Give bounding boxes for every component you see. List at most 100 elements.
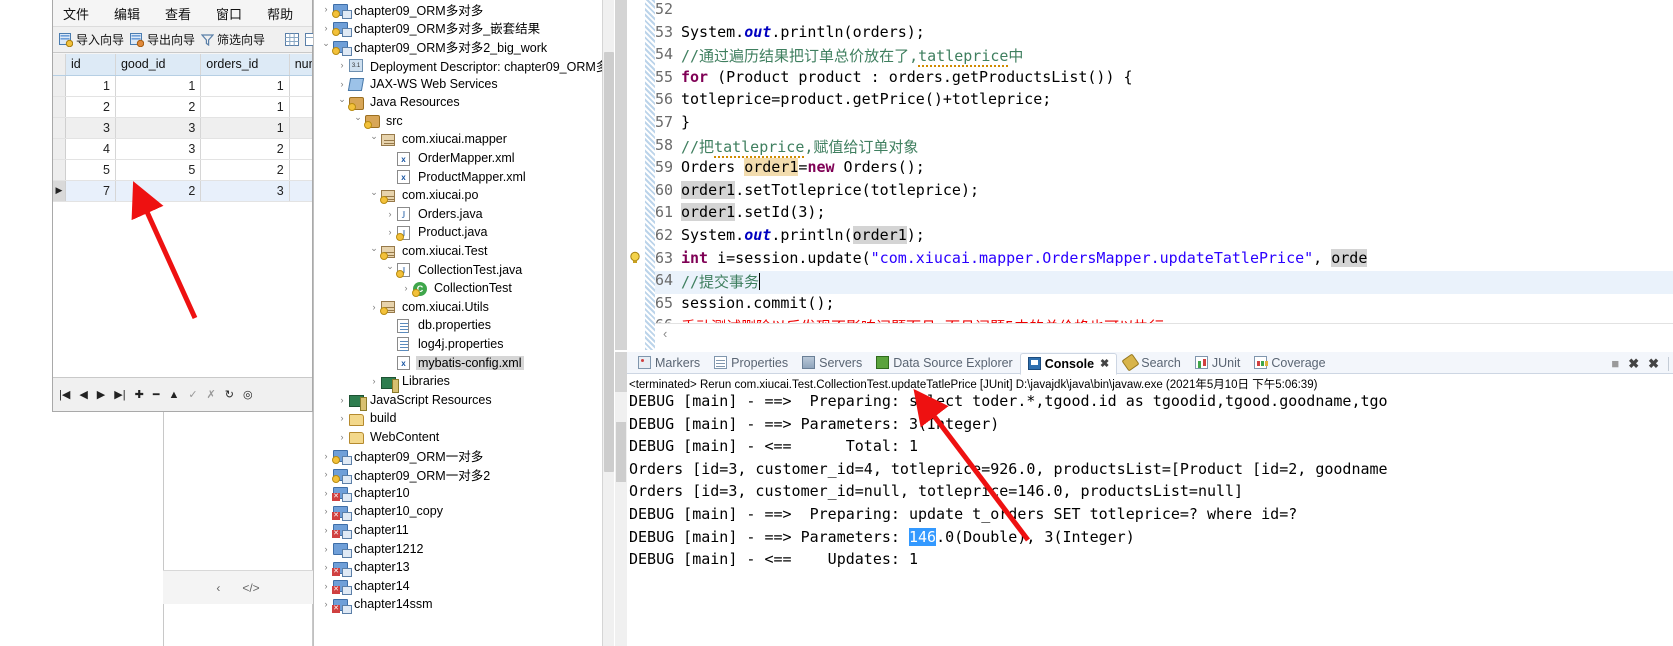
table-row[interactable]: 5 5 2 xyxy=(53,159,312,181)
tree-item-java-resources[interactable]: Java Resources xyxy=(314,93,615,112)
remove-all-launches-icon[interactable]: ✖ xyxy=(1648,356,1659,372)
menu-edit[interactable]: 编辑 xyxy=(114,4,140,23)
tree-item-chapter14ssm[interactable]: ✕ chapter14ssm xyxy=(314,595,615,614)
menu-view[interactable]: 查看 xyxy=(165,4,191,23)
chevron-down-icon[interactable] xyxy=(336,97,348,108)
prev-record-button[interactable]: ◀ xyxy=(79,388,87,401)
chevron-down-icon[interactable] xyxy=(352,115,364,126)
tree-item-chapter14[interactable]: ✕ chapter14 xyxy=(314,576,615,596)
chevron-down-icon[interactable] xyxy=(368,246,380,257)
cell-orders-id[interactable]: 2 xyxy=(200,159,290,181)
close-icon[interactable]: ✖ xyxy=(1100,357,1109,370)
stop-button[interactable]: ◎ xyxy=(243,388,253,401)
chevron-right-icon[interactable] xyxy=(368,376,380,386)
tree-item-productmapper-xml[interactable]: x ProductMapper.xml xyxy=(314,167,615,186)
tab-data-source-explorer[interactable]: Data Source Explorer xyxy=(869,352,1020,374)
terminate-icon[interactable]: ■ xyxy=(1611,356,1619,371)
cell-number[interactable] xyxy=(289,159,312,181)
chevron-right-icon[interactable] xyxy=(320,506,332,516)
tree-item-libraries[interactable]: Libraries xyxy=(314,372,615,393)
chevron-down-icon[interactable] xyxy=(384,264,396,275)
tree-item-com-xiucai-test[interactable]: com.xiucai.Test xyxy=(314,242,615,261)
tab-properties[interactable]: Properties xyxy=(707,352,795,374)
tree-item-log4j-properties[interactable]: log4j.properties xyxy=(314,335,615,354)
tab-servers[interactable]: Servers xyxy=(795,352,869,374)
add-record-button[interactable]: ✚ xyxy=(135,388,144,401)
tree-item-chapter10[interactable]: ✕ chapter10 xyxy=(314,483,615,503)
cell-number[interactable] xyxy=(289,180,312,202)
menu-help[interactable]: 帮助 xyxy=(267,4,293,23)
cell-number[interactable] xyxy=(289,75,312,97)
table-row[interactable]: 3 3 1 xyxy=(53,117,312,139)
project-explorer[interactable]: chapter09_ORM多对多 chapter09_ORM多对多_嵌套结果cha… xyxy=(313,0,615,646)
tab-markers[interactable]: Markers xyxy=(631,352,707,374)
explorer-scrollbar[interactable] xyxy=(602,0,614,646)
tree-item-deployment-descriptor-chapter09-orm[interactable]: 3.1 Deployment Descriptor: chapter09_ORM多 xyxy=(314,56,615,75)
tree-item-webcontent[interactable]: WebContent xyxy=(314,428,615,447)
cell-orders-id[interactable]: 1 xyxy=(200,75,290,97)
chevron-right-icon[interactable] xyxy=(320,599,332,609)
tree-item-chapter09-orm[interactable]: chapter09_ORM一对多 xyxy=(314,446,615,466)
tree-item-chapter09-orm-2-big-work[interactable]: chapter09_ORM多对多2_big_work xyxy=(314,37,615,56)
explorer-scrollbar-thumb[interactable] xyxy=(604,52,614,472)
column-header-good-id[interactable]: good_id xyxy=(115,54,202,76)
cell-good-id[interactable]: 5 xyxy=(115,159,202,181)
tree-item-collectiontest[interactable]: C CollectionTest xyxy=(314,279,615,298)
tab-junit[interactable]: JUnit xyxy=(1188,352,1247,374)
cell-number[interactable] xyxy=(289,96,312,118)
tree-item-chapter10-copy[interactable]: ✕ chapter10_copy xyxy=(314,502,615,521)
cell-orders-id[interactable]: 1 xyxy=(200,117,290,139)
chevron-right-icon[interactable] xyxy=(320,488,332,498)
scroll-left-icon[interactable]: ‹ xyxy=(663,326,667,341)
cell-good-id[interactable]: 2 xyxy=(115,180,202,202)
tree-item-chapter1212[interactable]: chapter1212 xyxy=(314,539,615,559)
chevron-right-icon[interactable] xyxy=(320,4,332,14)
tree-item-chapter09-orm-2[interactable]: chapter09_ORM一对多2 xyxy=(314,465,615,484)
prev-page-icon[interactable]: ‹ xyxy=(216,581,220,595)
cancel-change-button[interactable]: ✗ xyxy=(207,388,216,401)
cell-id[interactable]: 2 xyxy=(65,96,116,118)
grid-view-button[interactable] xyxy=(285,33,300,46)
tree-item-src[interactable]: src xyxy=(314,112,615,131)
quick-fix-icon[interactable] xyxy=(629,251,643,265)
tab-search[interactable]: Search xyxy=(1117,352,1188,374)
tree-item-product-java[interactable]: J Product.java xyxy=(314,223,615,242)
tree-item-chapter11[interactable]: ✕ chapter11 xyxy=(314,521,615,540)
cell-orders-id[interactable]: 3 xyxy=(200,180,290,202)
table-row[interactable]: 4 3 2 xyxy=(53,138,312,160)
tree-item-com-xiucai-mapper[interactable]: com.xiucai.mapper xyxy=(314,130,615,149)
chevron-right-icon[interactable] xyxy=(400,283,412,293)
tree-item-db-properties[interactable]: db.properties xyxy=(314,316,615,335)
tree-item-chapter13[interactable]: ✕ chapter13 xyxy=(314,558,615,577)
tree-item-chapter09-orm[interactable]: chapter09_ORM多对多_嵌套结果 xyxy=(314,19,615,38)
tree-item-jax-ws-web-services[interactable]: JAX-WS Web Services xyxy=(314,74,615,93)
console-scrollbar[interactable] xyxy=(615,392,627,646)
tab-coverage[interactable]: Coverage xyxy=(1247,352,1332,374)
tree-item-com-xiucai-po[interactable]: com.xiucai.po xyxy=(314,186,615,205)
chevron-right-icon[interactable] xyxy=(336,413,348,423)
cell-id[interactable]: 7 xyxy=(65,180,116,202)
chevron-right-icon[interactable] xyxy=(320,544,332,554)
menu-window[interactable]: 窗口 xyxy=(216,4,242,23)
cell-good-id[interactable]: 1 xyxy=(115,75,202,97)
table-row[interactable]: 2 2 1 xyxy=(53,96,312,118)
cell-good-id[interactable]: 3 xyxy=(115,138,202,160)
chevron-right-icon[interactable] xyxy=(320,469,332,479)
delete-record-button[interactable]: ━ xyxy=(153,388,160,401)
apply-change-button[interactable]: ▲ xyxy=(168,389,179,401)
chevron-right-icon[interactable] xyxy=(384,209,396,219)
console-output[interactable]: DEBUG [main] - ==> Preparing: select tod… xyxy=(629,390,1673,640)
source-view-icon[interactable]: </> xyxy=(242,581,259,595)
db-data-grid[interactable]: id good_id orders_id number 1 1 1 xyxy=(53,54,312,377)
refresh-button[interactable]: ↻ xyxy=(225,388,234,401)
tree-item-com-xiucai-utils[interactable]: com.xiucai.Utils xyxy=(314,298,615,317)
chevron-down-icon[interactable] xyxy=(368,190,380,201)
source-code[interactable]: 52 53 54 55 56 57 58 59 60 61 62 63 64 6… xyxy=(615,0,1673,350)
first-record-button[interactable]: |◀ xyxy=(59,388,70,401)
cell-number[interactable] xyxy=(289,138,312,160)
chevron-right-icon[interactable] xyxy=(336,432,348,442)
chevron-down-icon[interactable] xyxy=(368,134,380,145)
cell-good-id[interactable]: 2 xyxy=(115,96,202,118)
tree-item-javascript-resources[interactable]: JavaScript Resources xyxy=(314,390,615,412)
chevron-down-icon[interactable] xyxy=(320,41,332,52)
